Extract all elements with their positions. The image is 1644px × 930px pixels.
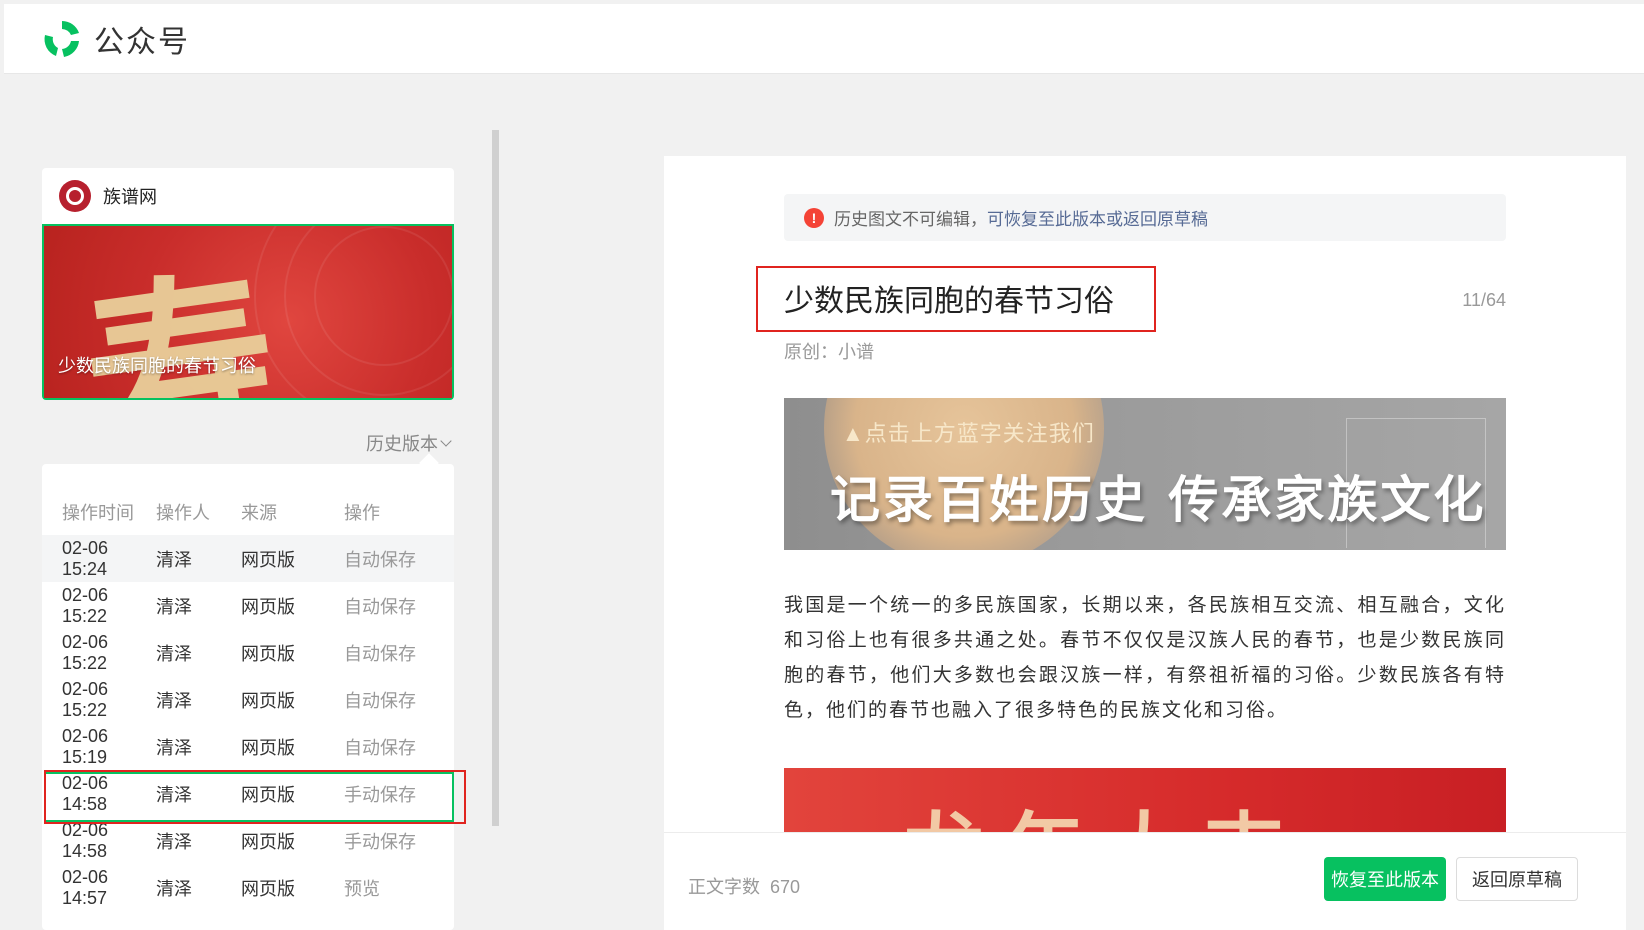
row-time: 02-06 15:22 bbox=[62, 584, 109, 626]
word-count-label: 正文字数 bbox=[688, 877, 760, 897]
row-user: 清泽 bbox=[156, 784, 192, 805]
word-count-value: 670 bbox=[770, 877, 801, 897]
row-user: 清泽 bbox=[156, 596, 192, 617]
article-body: 我国是一个统一的多民族国家，长期以来，各民族相互交流、相互融合，文化和习俗上也有… bbox=[784, 594, 1506, 721]
row-time: 02-06 14:57 bbox=[62, 866, 109, 908]
history-row-selected[interactable]: 02-06 14:58 清泽 网页版 手动保存 bbox=[42, 770, 454, 817]
word-count: 正文字数 670 bbox=[688, 873, 800, 899]
row-source: 网页版 bbox=[241, 737, 295, 758]
col-time: 操作时间 bbox=[62, 502, 134, 523]
row-user: 清泽 bbox=[156, 549, 192, 570]
article-title: 少数民族同胞的春节习俗 bbox=[784, 285, 1114, 318]
col-source: 来源 bbox=[241, 502, 277, 523]
article-byline: 原创：小谱 bbox=[784, 342, 874, 362]
col-action: 操作 bbox=[344, 502, 380, 523]
cover-title: 少数民族同胞的春节习俗 bbox=[58, 356, 256, 376]
row-time: 02-06 15:24 bbox=[62, 537, 109, 579]
header-banner-image: ▲点击上方蓝字关注我们 记录百姓历史 传承家族文化 bbox=[784, 398, 1506, 550]
row-time: 02-06 14:58 bbox=[62, 772, 109, 814]
row-time: 02-06 15:22 bbox=[62, 631, 109, 673]
row-source: 网页版 bbox=[241, 784, 295, 805]
history-version-label: 历史版本 bbox=[366, 434, 438, 454]
row-user: 清泽 bbox=[156, 831, 192, 852]
row-action: 手动保存 bbox=[344, 784, 416, 805]
wechat-mp-logo-icon[interactable] bbox=[40, 17, 84, 61]
row-action: 自动保存 bbox=[344, 643, 416, 664]
history-row[interactable]: 02-06 15:22 清泽 网页版 自动保存 bbox=[42, 582, 454, 629]
article-cover[interactable]: 寿 少数民族同胞的春节习俗 bbox=[42, 224, 454, 400]
row-action: 自动保存 bbox=[344, 596, 416, 617]
preview-footer: 正文字数 670 恢复至此版本 返回原草稿 bbox=[664, 832, 1626, 930]
banner-headline: 记录百姓历史 传承家族文化 bbox=[830, 470, 1487, 529]
history-row[interactable]: 02-06 15:22 清泽 网页版 自动保存 bbox=[42, 676, 454, 723]
row-time: 02-06 14:58 bbox=[62, 819, 109, 861]
history-row[interactable]: 02-06 15:19 清泽 网页版 自动保存 bbox=[42, 723, 454, 770]
row-action: 自动保存 bbox=[344, 690, 416, 711]
row-source: 网页版 bbox=[241, 549, 295, 570]
history-version-dropdown[interactable]: 历史版本 bbox=[366, 430, 452, 456]
row-user: 清泽 bbox=[156, 878, 192, 899]
row-source: 网页版 bbox=[241, 643, 295, 664]
warning-icon: ! bbox=[804, 207, 824, 228]
article-preview: ! 历史图文不可编辑， 可恢复至此版本或返回原草稿 少数民族同胞的春节习俗 11… bbox=[664, 156, 1626, 930]
row-user: 清泽 bbox=[156, 643, 192, 664]
history-panel: 操作时间 操作人 来源 操作 02-06 15:24 清泽 网页版 自动保存 0… bbox=[42, 464, 454, 930]
top-bar: 公众号 bbox=[4, 4, 1644, 74]
history-row[interactable]: 02-06 14:58 清泽 网页版 手动保存 bbox=[42, 817, 454, 864]
row-source: 网页版 bbox=[241, 878, 295, 899]
back-to-draft-button[interactable]: 返回原草稿 bbox=[1456, 857, 1578, 901]
article-card: 族谱网 寿 少数民族同胞的春节习俗 bbox=[42, 168, 454, 400]
row-user: 清泽 bbox=[156, 690, 192, 711]
account-avatar bbox=[59, 180, 91, 212]
readonly-notice: ! 历史图文不可编辑， 可恢复至此版本或返回原草稿 bbox=[784, 194, 1506, 241]
col-user: 操作人 bbox=[156, 502, 210, 523]
panel-scrollbar[interactable] bbox=[492, 130, 499, 826]
restore-version-button[interactable]: 恢复至此版本 bbox=[1324, 857, 1446, 901]
row-source: 网页版 bbox=[241, 831, 295, 852]
app-title: 公众号 bbox=[94, 25, 190, 59]
notice-link[interactable]: 可恢复至此版本或返回原草稿 bbox=[987, 205, 1208, 230]
banner-subtitle: ▲点击上方蓝字关注我们 bbox=[842, 421, 1095, 446]
row-action: 自动保存 bbox=[344, 549, 416, 570]
account-row: 族谱网 bbox=[42, 168, 454, 224]
history-row[interactable]: 02-06 15:22 清泽 网页版 自动保存 bbox=[42, 629, 454, 676]
history-row[interactable]: 02-06 14:57 清泽 网页版 预览 bbox=[42, 864, 454, 911]
row-user: 清泽 bbox=[156, 737, 192, 758]
row-action: 手动保存 bbox=[344, 831, 416, 852]
row-action: 预览 bbox=[344, 878, 380, 899]
row-source: 网页版 bbox=[241, 596, 295, 617]
row-source: 网页版 bbox=[241, 690, 295, 711]
history-header: 操作时间 操作人 来源 操作 bbox=[42, 488, 454, 535]
row-action: 自动保存 bbox=[344, 737, 416, 758]
row-time: 02-06 15:22 bbox=[62, 678, 109, 720]
account-name: 族谱网 bbox=[103, 187, 157, 207]
history-row[interactable]: 02-06 15:24 清泽 网页版 自动保存 bbox=[42, 535, 454, 582]
chevron-down-icon bbox=[440, 435, 452, 447]
row-time: 02-06 15:19 bbox=[62, 725, 109, 767]
notice-text: 历史图文不可编辑， bbox=[834, 210, 987, 229]
title-char-count: 11/64 bbox=[1462, 290, 1506, 310]
